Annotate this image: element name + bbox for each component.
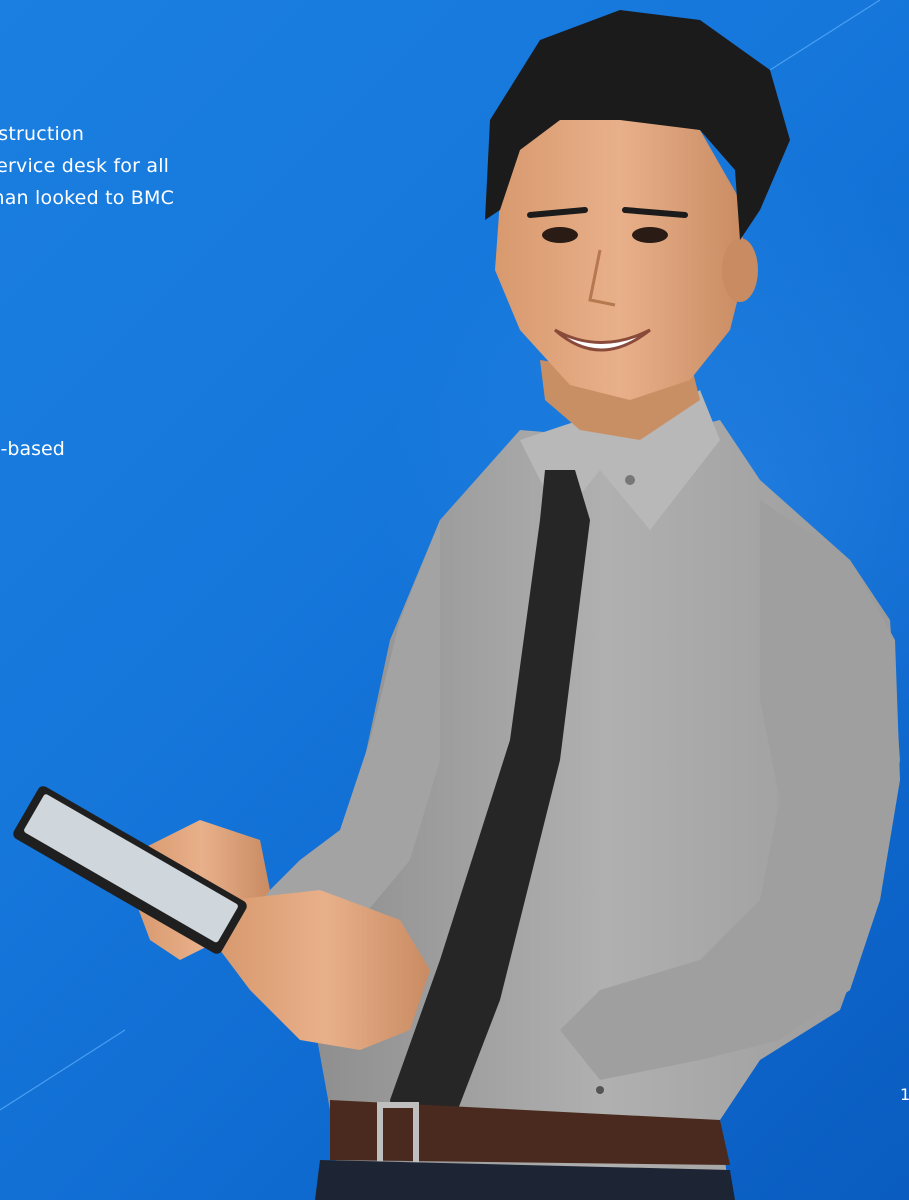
collar-button [625,475,635,485]
eye-left [542,227,578,243]
face [495,110,745,400]
eye-right [632,227,668,243]
man-with-tablet-photo [13,10,900,1200]
page-canvas: nstruction service desk for all man look… [0,0,909,1200]
cufflink-right [596,1086,604,1094]
page-number: 1 [900,1085,909,1104]
ear [722,238,758,302]
